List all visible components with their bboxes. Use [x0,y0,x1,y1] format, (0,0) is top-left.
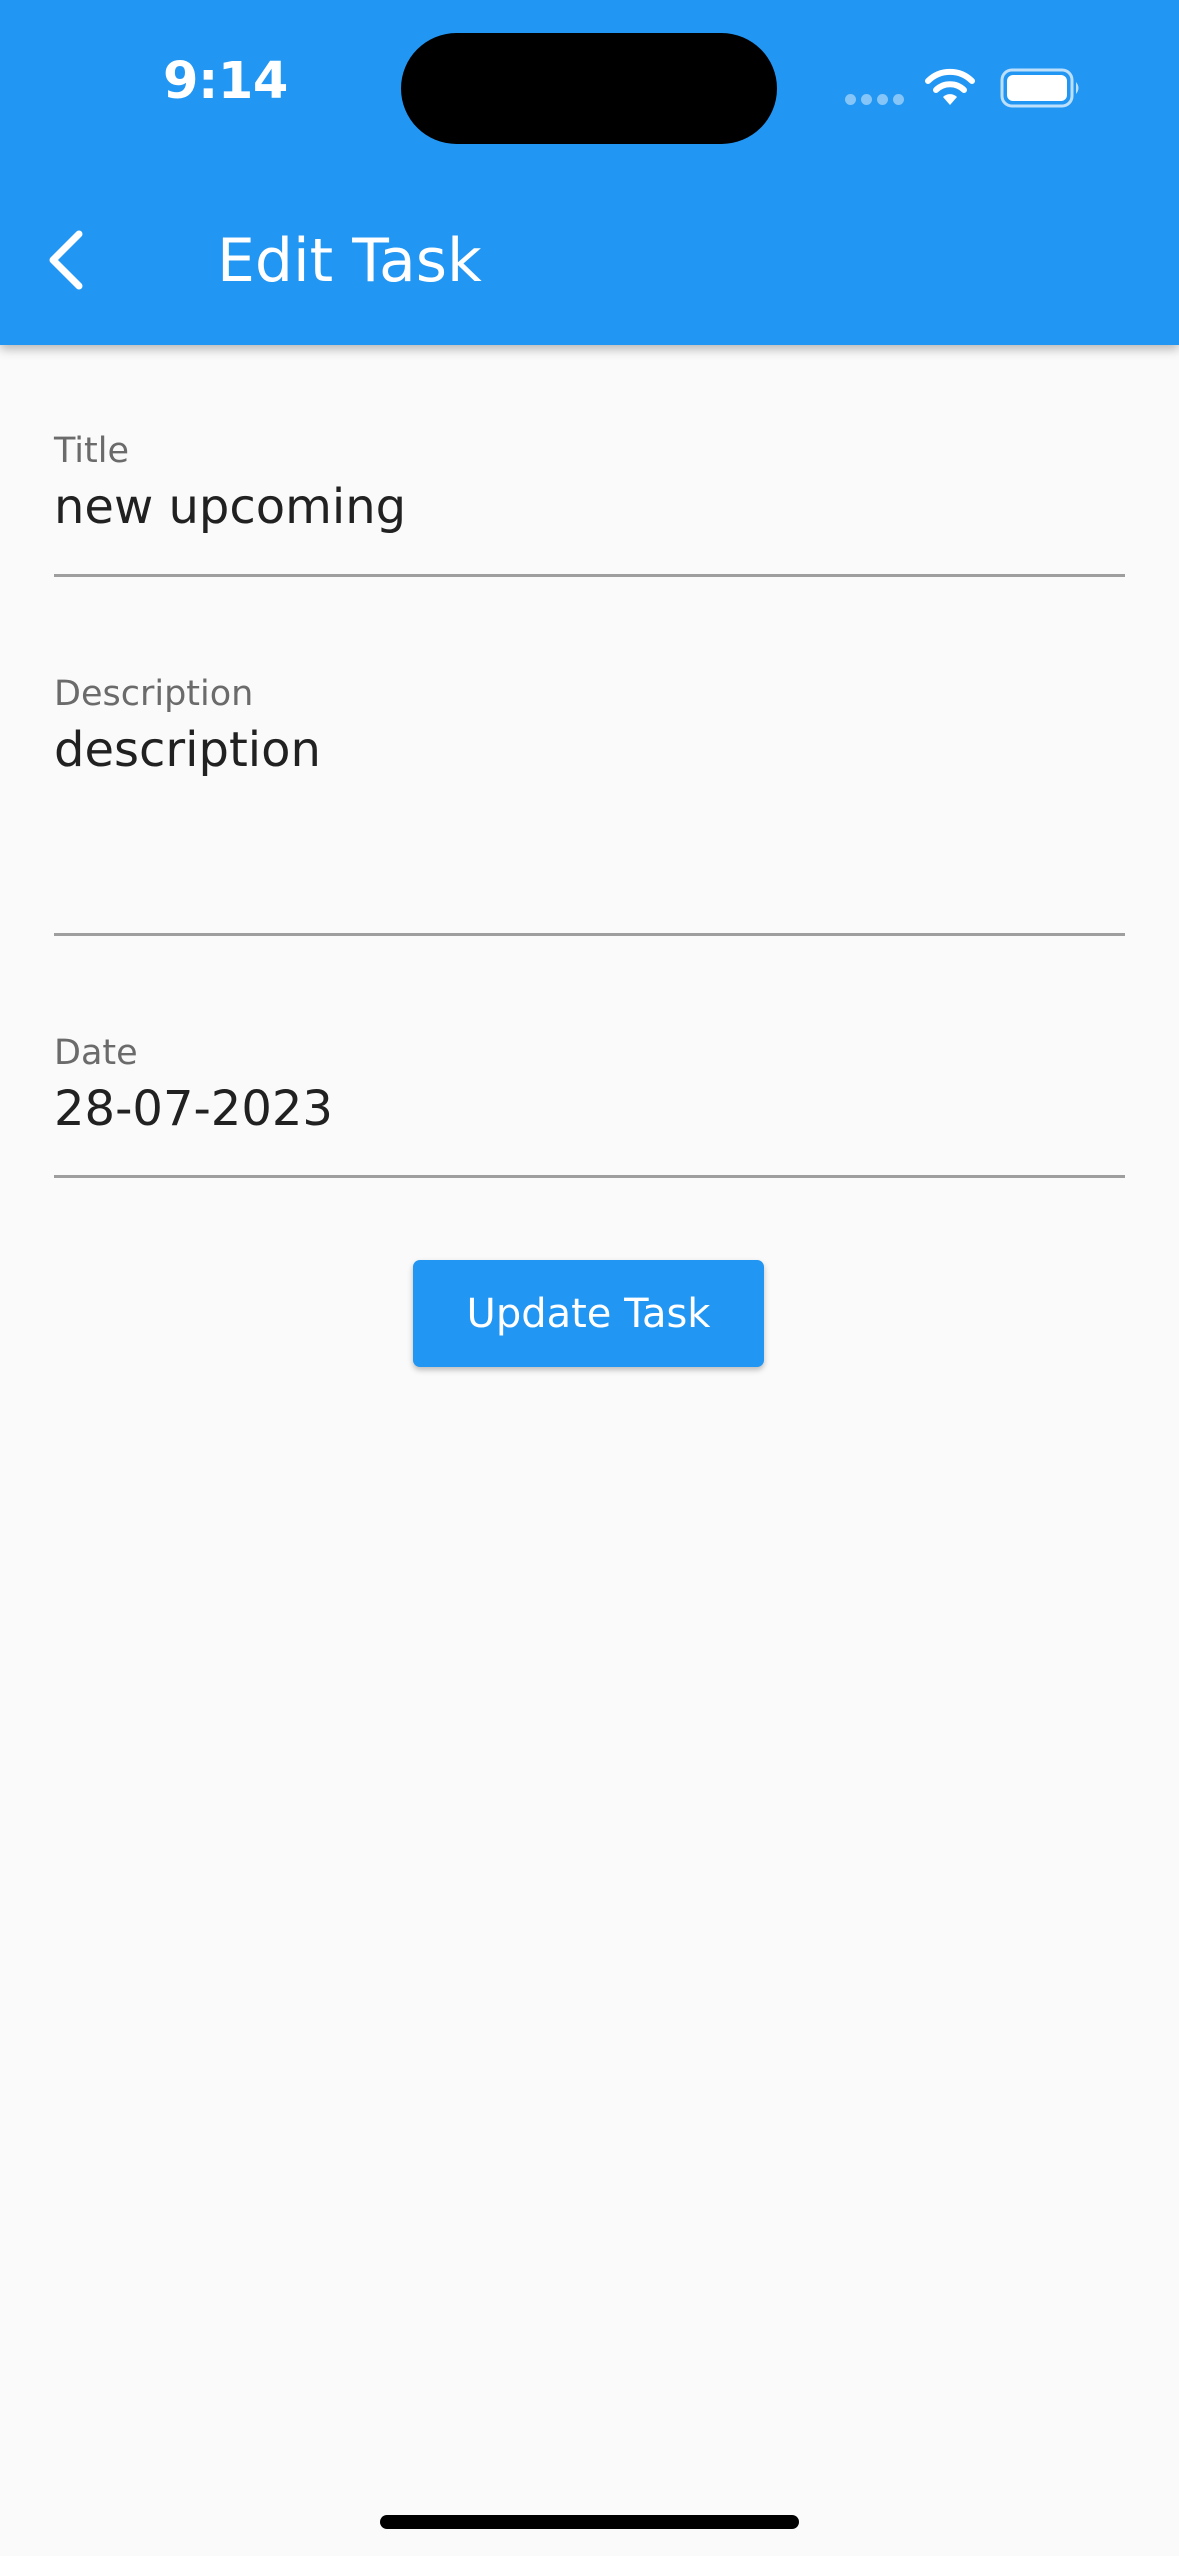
title-field-value[interactable]: new upcoming [54,478,406,536]
description-field[interactable]: Description description [54,663,1125,936]
update-task-button[interactable]: Update Task [413,1260,764,1367]
wifi-icon [925,68,975,105]
description-field-value[interactable]: description [54,721,321,779]
description-field-label: Description [54,674,254,714]
status-time: 9:14 [163,52,288,111]
home-indicator[interactable] [380,2515,799,2529]
date-field[interactable]: Date 28-07-2023 [54,1020,1125,1178]
date-field-label: Date [54,1033,138,1073]
page-title: Edit Task [217,226,482,296]
back-button[interactable] [30,220,100,300]
title-field[interactable]: Title new upcoming [54,420,1125,577]
app-bar: 9:14 Edit Task [0,0,1179,345]
battery-icon [1000,68,1079,108]
date-field-value[interactable]: 28-07-2023 [54,1080,333,1138]
chevron-left-icon [49,230,83,290]
title-field-label: Title [54,431,130,471]
dynamic-island [401,33,777,144]
signal-icon [845,94,905,106]
